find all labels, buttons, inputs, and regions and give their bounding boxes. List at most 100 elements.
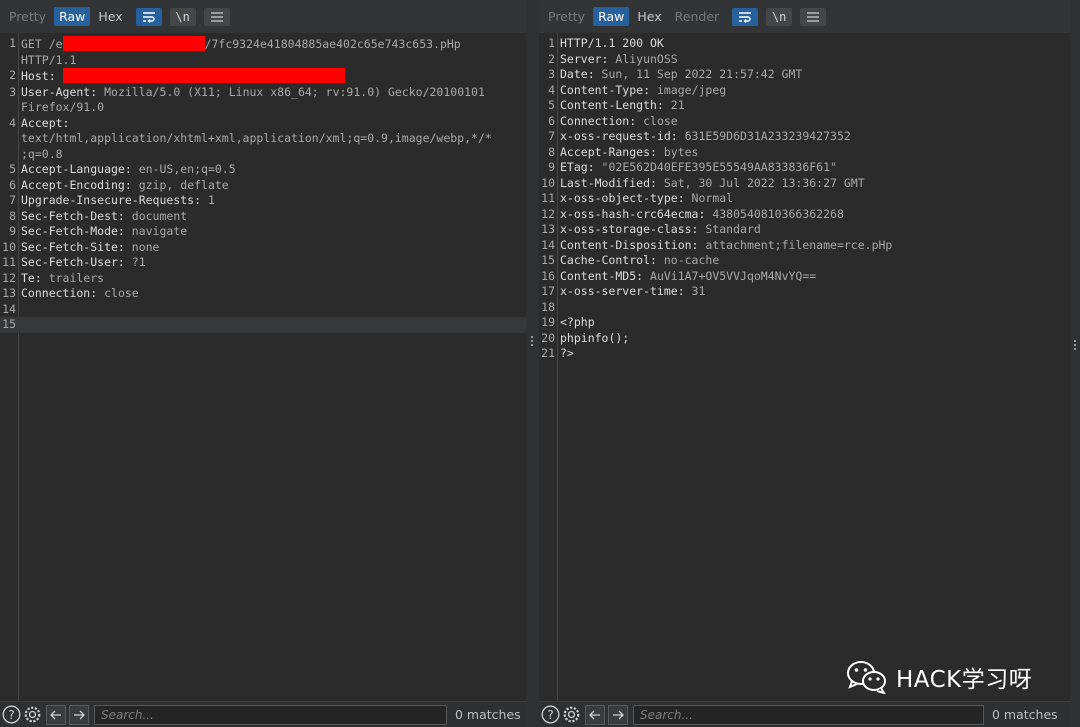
code-line[interactable]: 1 GET /e/7fc9324e41804885ae402c65e743c653… — [0, 36, 526, 68]
line-text: Accept-Language: en-US,en;q=0.5 — [21, 162, 526, 178]
header-value: e — [55, 37, 63, 51]
line-number: 4 — [9, 115, 16, 130]
code-line[interactable]: 2 Server: AliyunOSS — [539, 52, 1070, 68]
code-line[interactable]: 13 Connection: close — [0, 286, 526, 302]
previous-match-button[interactable] — [585, 704, 605, 725]
code-line[interactable]: 19 <?php — [539, 315, 1070, 331]
code-line[interactable]: 17 x-oss-server-time: 31 — [539, 284, 1070, 300]
code-line[interactable]: 3 Date: Sun, 11 Sep 2022 21:57:42 GMT — [539, 67, 1070, 83]
header-name: Content-Length: — [560, 98, 664, 112]
code-line[interactable]: 9 ETag: "02E562D40EFE395E55549AA833836F61… — [539, 160, 1070, 176]
line-number: 7 — [548, 129, 555, 143]
code-line[interactable]: 2 Host: — [0, 68, 526, 85]
menu-button[interactable] — [800, 7, 827, 26]
line-text: Connection: close — [21, 286, 526, 302]
line-text: Content-MD5: AuVi1A7+OV5VVJqoM4NvYQ== — [560, 269, 1070, 285]
code-line[interactable]: 5 Content-Length: 21 — [539, 98, 1070, 114]
next-match-button[interactable] — [69, 704, 89, 725]
header-name: ?> — [560, 346, 574, 360]
tab-hex[interactable]: Hex — [93, 7, 127, 26]
code-line[interactable]: 11 x-oss-object-type: Normal — [539, 191, 1070, 207]
header-value: AliyunOSS — [608, 51, 678, 66]
code-line[interactable]: 6 Accept-Encoding: gzip, deflate — [0, 178, 526, 194]
search-input[interactable]: Search... — [633, 704, 984, 725]
search-input[interactable]: Search... — [94, 704, 447, 725]
newline-toggle-button[interactable]: \n — [766, 7, 793, 26]
header-name: User-Agent: — [21, 84, 98, 99]
previous-match-button[interactable] — [46, 704, 66, 725]
header-value: trailers — [41, 270, 105, 285]
header-name: Accept-Language: — [21, 162, 132, 176]
help-button[interactable]: ? — [1, 704, 22, 725]
line-text: x-oss-storage-class: Standard — [560, 222, 1070, 238]
code-line[interactable]: 8 Sec-Fetch-Dest: document — [0, 209, 526, 225]
code-line[interactable]: 13 x-oss-storage-class: Standard — [539, 222, 1070, 238]
code-line[interactable]: 12 x-oss-hash-crc64ecma: 4380540810366362… — [539, 207, 1070, 223]
code-line[interactable]: 1 HTTP/1.1 200 OK — [539, 36, 1070, 52]
code-line[interactable]: 5 Accept-Language: en-US,en;q=0.5 — [0, 162, 526, 178]
code-line[interactable]: 15 — [0, 317, 526, 333]
line-text: Sec-Fetch-Mode: navigate — [21, 224, 526, 240]
line-text — [560, 300, 1070, 316]
code-line[interactable]: 20 phpinfo(); — [539, 331, 1070, 347]
line-text: Content-Type: image/jpeg — [560, 83, 1070, 99]
next-match-button[interactable] — [608, 704, 628, 725]
code-line[interactable]: 16 Content-MD5: AuVi1A7+OV5VVJqoM4NvYQ== — [539, 269, 1070, 285]
gear-icon — [24, 706, 41, 723]
code-line[interactable]: 14 — [0, 302, 526, 318]
watermark-text: HACK学习呀 — [896, 667, 1033, 693]
code-line[interactable]: 11 Sec-Fetch-User: ?1 — [0, 255, 526, 271]
menu-button[interactable] — [203, 7, 230, 26]
response-lines: 1 HTTP/1.1 200 OK 2 Server: AliyunOSS 3 Date:… — [539, 36, 1070, 362]
wrap-lines-icon — [142, 11, 155, 23]
line-number: 19 — [541, 315, 555, 329]
tab-render[interactable]: Render — [670, 7, 725, 26]
code-line[interactable]: 4 Content-Type: image/jpeg — [539, 83, 1070, 99]
tab-pretty[interactable]: Pretty — [4, 7, 51, 26]
code-line[interactable]: 9 Sec-Fetch-Mode: navigate — [0, 224, 526, 240]
tab-hex[interactable]: Hex — [632, 7, 666, 26]
code-line[interactable]: 15 Cache-Control: no-cache — [539, 253, 1070, 269]
header-value: image/jpeg — [650, 82, 727, 97]
code-line[interactable]: 4 Accept: text/html,application/xhtml+xml,… — [0, 116, 526, 163]
line-number: 6 — [548, 113, 555, 128]
line-number: 5 — [548, 98, 555, 112]
code-line[interactable]: 3 User-Agent: Mozilla/5.0 (X11; Linux x86… — [0, 85, 526, 116]
header-value: Sun, 11 Sep 2022 21:57:42 GMT — [594, 67, 803, 81]
svg-text:?: ? — [8, 708, 14, 722]
code-line[interactable]: 14 Content-Disposition: attachment;filena… — [539, 238, 1070, 254]
code-line[interactable]: 7 x-oss-request-id: 631E59D6D31A233239427… — [539, 129, 1070, 145]
line-number: 18 — [541, 299, 555, 314]
line-text — [21, 302, 526, 318]
wrap-lines-button[interactable] — [135, 7, 162, 26]
line-text: <?php — [560, 315, 1070, 331]
wrapped-text: text/html,application/xhtml+xml,applicat… — [21, 131, 492, 145]
help-button[interactable]: ? — [540, 704, 561, 725]
tab-pretty[interactable]: Pretty — [543, 7, 590, 26]
header-value: bytes — [656, 144, 699, 159]
code-line[interactable]: 12 Te: trailers — [0, 271, 526, 287]
request-editor[interactable]: 1 GET /e/7fc9324e41804885ae402c65e743c653… — [0, 33, 526, 701]
newline-toggle-button[interactable]: \n — [169, 7, 196, 26]
line-text: Sec-Fetch-User: ?1 — [21, 255, 526, 271]
header-name: HTTP/1.1 200 OK — [560, 36, 664, 50]
code-line[interactable]: 7 Upgrade-Insecure-Requests: 1 — [0, 193, 526, 209]
tab-raw[interactable]: Raw — [593, 7, 630, 26]
settings-button[interactable] — [22, 704, 43, 725]
code-line[interactable]: 21 ?> — [539, 346, 1070, 362]
right-edge-splitter[interactable] — [1070, 0, 1080, 727]
code-line[interactable]: 8 Accept-Ranges: bytes — [539, 145, 1070, 161]
header-name: Server: — [560, 51, 609, 66]
response-editor[interactable]: 1 HTTP/1.1 200 OK 2 Server: AliyunOSS 3 Date:… — [539, 33, 1070, 701]
code-line[interactable]: 10 Last-Modified: Sat, 30 Jul 2022 13:36:… — [539, 176, 1070, 192]
pane-splitter[interactable] — [526, 0, 539, 727]
redaction-block — [62, 68, 345, 83]
header-name: x-oss-object-type: — [560, 191, 685, 205]
code-line[interactable]: 18 — [539, 300, 1070, 316]
header-value: ?1 — [124, 255, 146, 269]
wrap-lines-button[interactable] — [732, 7, 759, 26]
code-line[interactable]: 10 Sec-Fetch-Site: none — [0, 240, 526, 256]
code-line[interactable]: 6 Connection: close — [539, 114, 1070, 130]
settings-button[interactable] — [561, 704, 582, 725]
tab-raw[interactable]: Raw — [54, 7, 91, 26]
